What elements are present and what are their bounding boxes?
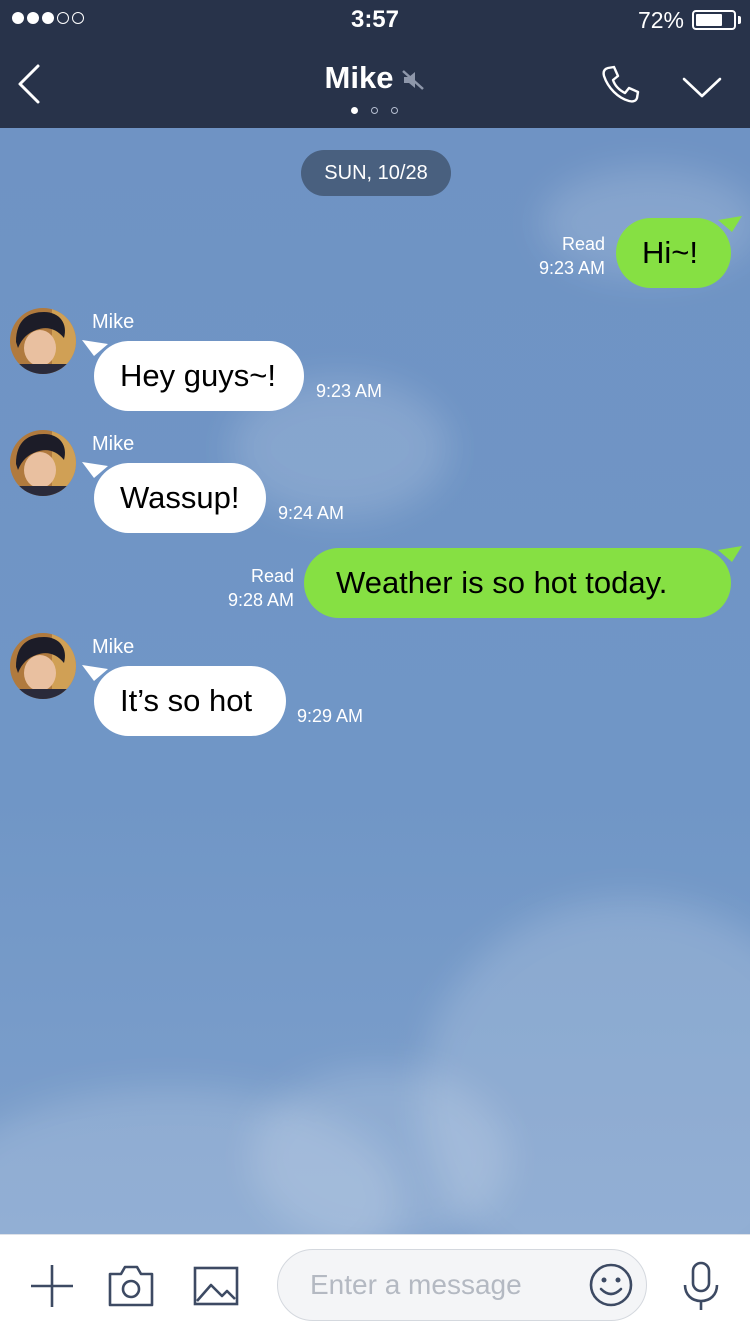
microphone-icon — [683, 1261, 719, 1310]
sender-name: Mike — [92, 433, 135, 455]
sender-name: Mike — [92, 636, 135, 658]
message-meta: Read 9:23 AM — [539, 232, 605, 280]
message-text: Hi~! — [642, 235, 698, 270]
avatar-image — [10, 633, 76, 699]
read-receipt: Read — [561, 234, 605, 254]
battery-percent: 72% — [637, 7, 684, 33]
top-bar: 3:57 72% Mike — [0, 0, 750, 128]
call-button[interactable] — [598, 62, 642, 106]
message-text: Weather is so hot today. — [336, 565, 668, 600]
incoming-message-bubble[interactable]: Hey guys~! — [94, 341, 304, 411]
camera-icon — [108, 1265, 154, 1307]
battery-level — [696, 14, 722, 26]
message-input[interactable] — [308, 1264, 572, 1306]
message-time: 9:29 AM — [297, 706, 364, 726]
message-time: 9:24 AM — [278, 503, 345, 523]
gallery-button[interactable] — [190, 1261, 240, 1311]
date-separator: SUN, 10/28 — [301, 150, 451, 196]
chat-area[interactable]: SUN, 10/28 Read 9:23 AM Hi~! Mike Hey gu… — [0, 128, 750, 1234]
image-icon — [193, 1266, 239, 1306]
mute-icon — [402, 69, 425, 90]
status-bar: 3:57 72% — [0, 0, 750, 40]
page-dot — [391, 107, 398, 114]
message-input-bar — [0, 1234, 750, 1335]
avatar[interactable] — [10, 308, 76, 374]
outgoing-message-bubble[interactable]: Hi~! — [616, 218, 731, 288]
read-receipt: Read — [250, 566, 294, 586]
contact-name: Mike — [324, 60, 394, 95]
page-indicator — [351, 107, 398, 114]
bubble-tail — [718, 546, 742, 562]
outgoing-message-bubble[interactable]: Weather is so hot today. — [304, 548, 731, 618]
message-input-container[interactable] — [277, 1249, 647, 1321]
phone-icon — [602, 65, 640, 103]
voice-button[interactable] — [676, 1261, 726, 1311]
battery-tip — [738, 16, 741, 24]
incoming-message-bubble[interactable]: Wassup! — [94, 463, 266, 533]
incoming-message-bubble[interactable]: It’s so hot — [94, 666, 286, 736]
page-dot — [351, 107, 358, 114]
avatar-image — [10, 308, 76, 374]
emoji-button[interactable] — [588, 1262, 634, 1308]
message-meta: Read 9:28 AM — [228, 564, 294, 612]
message-text: It’s so hot — [120, 683, 253, 718]
avatar-image — [10, 430, 76, 496]
message-text: Hey guys~! — [120, 358, 276, 393]
menu-toggle-button[interactable] — [680, 70, 724, 104]
camera-button[interactable] — [106, 1261, 156, 1311]
message-text: Wassup! — [120, 480, 240, 515]
bubble-tail — [718, 216, 742, 232]
smiley-icon — [589, 1263, 633, 1307]
plus-icon — [31, 1265, 73, 1307]
page-dot — [371, 107, 378, 114]
sender-name: Mike — [92, 311, 135, 333]
chevron-down-icon — [682, 77, 722, 98]
message-time: 9:23 AM — [316, 381, 383, 401]
background-cloud — [250, 1068, 510, 1234]
avatar[interactable] — [10, 633, 76, 699]
add-button[interactable] — [27, 1261, 77, 1311]
battery-icon — [692, 10, 736, 30]
avatar[interactable] — [10, 430, 76, 496]
message-time: 9:28 AM — [227, 590, 294, 610]
message-time: 9:23 AM — [538, 258, 605, 278]
